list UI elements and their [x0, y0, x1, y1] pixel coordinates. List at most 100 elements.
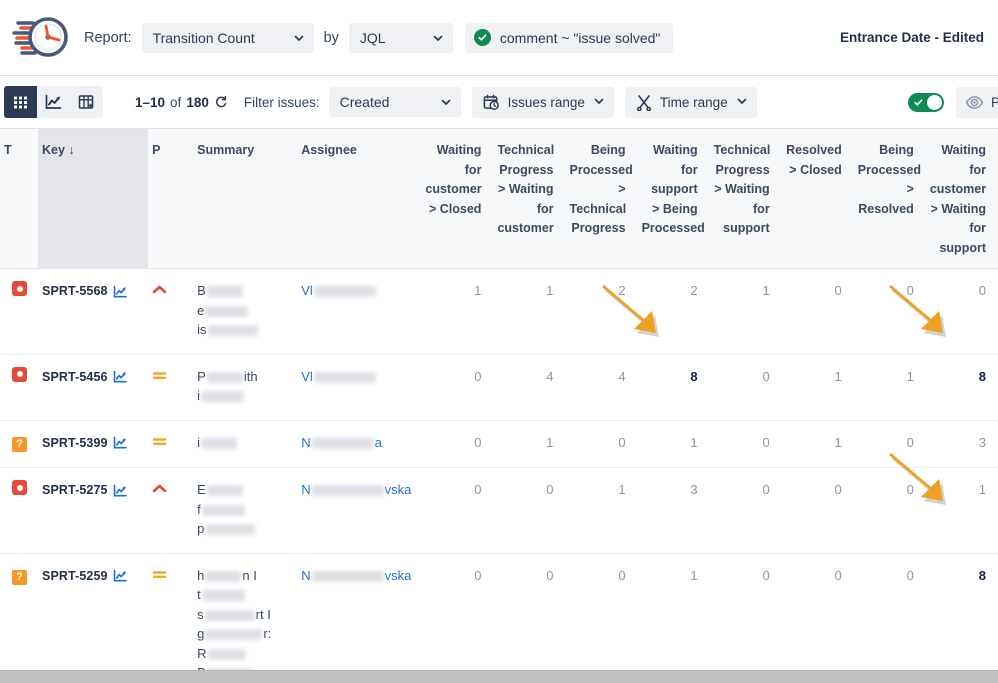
column-header-transition-6[interactable]: Resolved > Closed [782, 129, 854, 269]
column-header-transition-3[interactable]: Being Processed > Technical Progress [566, 129, 638, 269]
view-switcher [4, 86, 103, 118]
horizontal-scrollbar[interactable] [0, 670, 998, 683]
cell-assignee[interactable]: Na [297, 420, 421, 468]
cell-summary[interactable]: Pithi [193, 354, 297, 420]
column-header-summary[interactable]: Summary [193, 129, 297, 269]
cell-issue-type[interactable]: ? [0, 420, 38, 468]
transition-count-table: T Key ↓ P Summary Assignee Waiting for c… [0, 129, 998, 670]
time-range-label: Time range [660, 95, 728, 110]
issue-key-link[interactable]: SPRT-5275 [42, 483, 108, 497]
filter-issues-value: Created [340, 94, 390, 110]
cell-transition-4: 8 [638, 354, 710, 420]
cell-transition-3: 1 [566, 468, 638, 554]
redacted-text [207, 372, 243, 383]
redacted-text [201, 438, 237, 449]
cell-priority[interactable] [148, 420, 193, 468]
question-icon: ? [12, 437, 27, 452]
column-header-transition-7[interactable]: Being Processed > Resolved [854, 129, 926, 269]
preview-button[interactable]: P [956, 87, 998, 118]
summary-line: Bess [197, 663, 293, 670]
column-header-key[interactable]: Key ↓ [38, 129, 148, 269]
cell-summary[interactable]: hn Itsrt Igr:RBessU'remissing [193, 553, 297, 670]
report-table-container[interactable]: T Key ↓ P Summary Assignee Waiting for c… [0, 129, 998, 670]
chart-icon[interactable] [113, 436, 128, 450]
redacted-text [202, 505, 245, 516]
cell-issue-type[interactable] [0, 354, 38, 420]
cell-transition-4: 1 [638, 553, 710, 670]
cell-priority[interactable] [148, 468, 193, 554]
issues-range-button[interactable]: Issues range [472, 87, 614, 118]
chart-icon[interactable] [113, 569, 128, 583]
cell-transition-1: 1 [421, 269, 493, 355]
grid-view-icon[interactable] [4, 86, 37, 118]
issue-key-link[interactable]: SPRT-5399 [42, 436, 108, 450]
assignee-link[interactable]: Vl [301, 283, 377, 298]
column-header-priority[interactable]: P [148, 129, 193, 269]
assignee-link[interactable]: Vl [301, 369, 377, 384]
filter-issues-select[interactable]: Created [329, 87, 461, 117]
chart-icon[interactable] [113, 370, 128, 384]
priority-medium-icon [152, 436, 167, 447]
redacted-text [205, 610, 255, 621]
summary-line: E [197, 480, 293, 500]
jql-filter-chip[interactable]: comment ~ "issue solved" [465, 23, 674, 53]
cell-transition-2: 1 [493, 269, 565, 355]
issue-key-link[interactable]: SPRT-5568 [42, 284, 108, 298]
table-row[interactable]: ? SPRT-5259 hn Itsrt Igr:RBessU'remissing N… [0, 553, 998, 670]
cell-summary[interactable]: Beis [193, 269, 297, 355]
pivot-view-icon[interactable] [70, 86, 103, 118]
cell-assignee[interactable]: Nvska [297, 553, 421, 670]
table-row[interactable]: ?SPRT-5399iNa01010103 [0, 420, 998, 468]
issue-key-link[interactable]: SPRT-5259 [42, 569, 108, 583]
assignee-link[interactable]: Nvska [301, 568, 411, 583]
column-header-transition-8[interactable]: Waiting for customer > Waiting for suppo… [926, 129, 998, 269]
chevron-down-icon [736, 95, 748, 110]
cell-issue-key[interactable]: SPRT-5259 [38, 553, 148, 670]
cell-priority[interactable] [148, 269, 193, 355]
chart-icon[interactable] [113, 285, 128, 299]
assignee-link[interactable]: Nvska [301, 482, 411, 497]
column-header-transition-4[interactable]: Waiting for support > Being Processed [638, 129, 710, 269]
group-by-value: JQL [360, 30, 386, 46]
summary-line: p [197, 519, 293, 539]
time-range-button[interactable]: Time range [625, 87, 757, 118]
cell-issue-key[interactable]: SPRT-5275 [38, 468, 148, 554]
group-by-select[interactable]: JQL [349, 23, 453, 53]
cell-transition-5: 0 [710, 354, 782, 420]
redacted-text [314, 372, 376, 383]
chart-icon[interactable] [113, 484, 128, 498]
report-type-select[interactable]: Transition Count [142, 23, 314, 53]
cell-priority[interactable] [148, 553, 193, 670]
cell-issue-type[interactable]: ? [0, 553, 38, 670]
cell-issue-type[interactable] [0, 269, 38, 355]
table-row[interactable]: SPRT-5456PithiVl04480118 [0, 354, 998, 420]
cell-assignee[interactable]: Nvska [297, 468, 421, 554]
assignee-link[interactable]: Na [301, 435, 382, 450]
chevron-down-icon [440, 96, 452, 108]
issue-key-link[interactable]: SPRT-5456 [42, 370, 108, 384]
cell-transition-5: 0 [710, 468, 782, 554]
column-header-type[interactable]: T [0, 129, 38, 269]
display-toggle[interactable] [908, 93, 944, 112]
cell-priority[interactable] [148, 354, 193, 420]
cell-assignee[interactable]: Vl [297, 269, 421, 355]
cell-issue-key[interactable]: SPRT-5399 [38, 420, 148, 468]
cell-issue-type[interactable] [0, 468, 38, 554]
table-row[interactable]: SPRT-5275EfpNvska00130001 [0, 468, 998, 554]
cell-assignee[interactable]: Vl [297, 354, 421, 420]
chart-view-icon[interactable] [37, 86, 70, 118]
priority-high-icon [152, 483, 167, 494]
cell-transition-6: 1 [782, 420, 854, 468]
cell-issue-key[interactable]: SPRT-5456 [38, 354, 148, 420]
refresh-icon[interactable] [214, 95, 228, 109]
table-row[interactable]: SPRT-5568BeisVl11221000 [0, 269, 998, 355]
cell-summary[interactable]: Efp [193, 468, 297, 554]
column-header-transition-2[interactable]: Technical Progress > Waiting for custome… [493, 129, 565, 269]
column-header-transition-1[interactable]: Waiting for customer > Closed [421, 129, 493, 269]
column-header-assignee[interactable]: Assignee [297, 129, 421, 269]
cell-issue-key[interactable]: SPRT-5568 [38, 269, 148, 355]
table-header-row: T Key ↓ P Summary Assignee Waiting for c… [0, 129, 998, 269]
priority-medium-icon [152, 370, 167, 381]
column-header-transition-5[interactable]: Technical Progress > Waiting for support [710, 129, 782, 269]
cell-summary[interactable]: i [193, 420, 297, 468]
